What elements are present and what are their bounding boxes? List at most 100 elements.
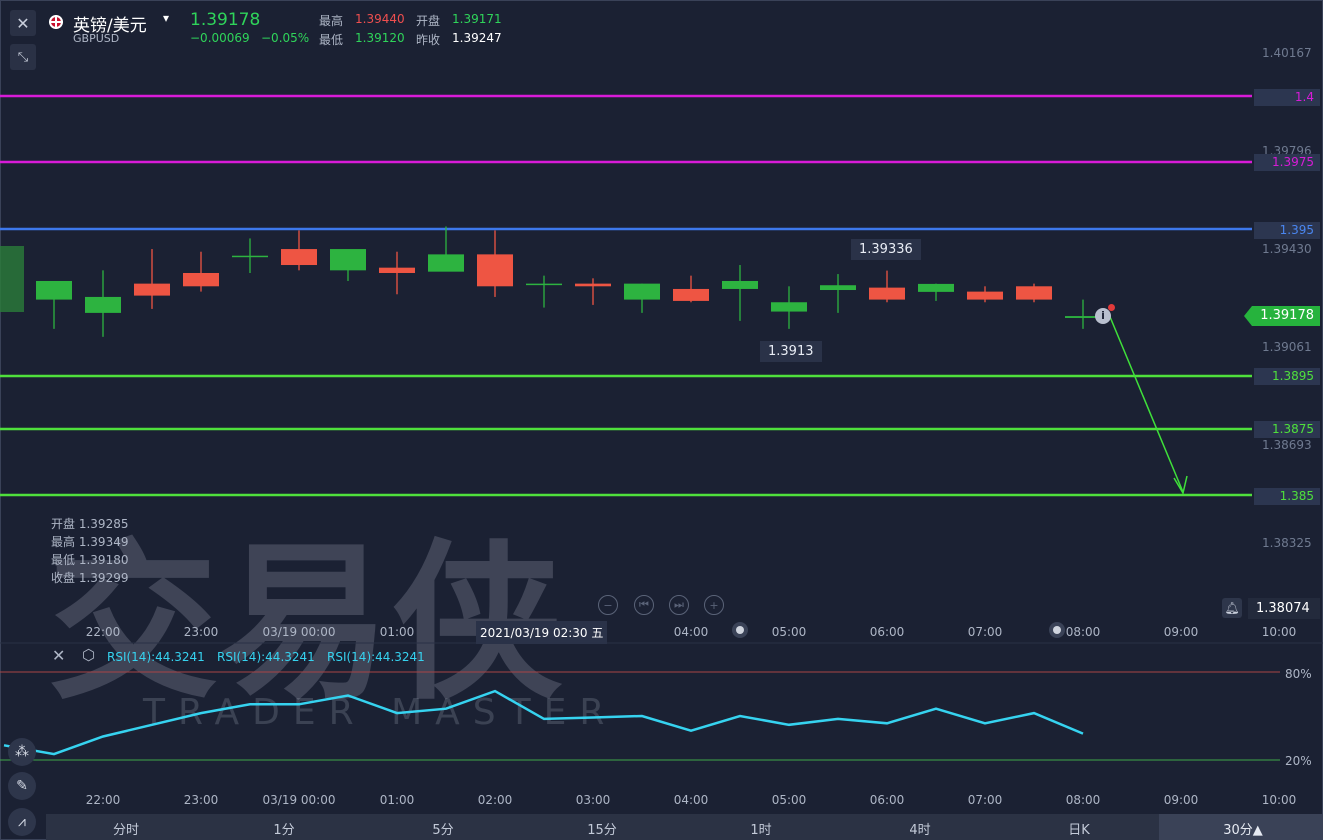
forecast-arrow-line xyxy=(1107,311,1184,493)
tab-15min[interactable]: 15分 xyxy=(587,819,617,838)
ohlc-low-value: 1.39180 xyxy=(78,553,129,567)
tab-1min[interactable]: 1分 xyxy=(273,819,294,838)
indicator-button[interactable]: ⁂ xyxy=(8,738,36,766)
candle-body xyxy=(526,283,562,286)
axis-tick: 1.39430 xyxy=(1262,242,1312,256)
tab-30min[interactable]: 30分▲ xyxy=(1223,819,1263,838)
tab-4hour[interactable]: 4时 xyxy=(909,819,930,838)
ohlc-open-value: 1.39285 xyxy=(78,517,129,531)
candle-body xyxy=(477,254,513,287)
rsi-time-label: 22:00 xyxy=(85,793,121,807)
period-tab-bar xyxy=(46,814,1323,840)
rsi-time-label: 05:00 xyxy=(771,793,807,807)
rsi-line xyxy=(3,689,1084,756)
rsi-close-icon[interactable]: ✕ xyxy=(52,646,65,665)
current-price-tag: 1.39178 xyxy=(1244,306,1320,326)
candle-body xyxy=(624,283,660,300)
zoom-out-button[interactable]: − xyxy=(598,595,618,615)
candle-body xyxy=(869,287,905,300)
level-tag-1.4[interactable]: 1.4 xyxy=(1254,89,1320,106)
axis-tick: 1.39061 xyxy=(1262,340,1312,354)
time-label: 07:00 xyxy=(967,625,1003,639)
time-label: 06:00 xyxy=(869,625,905,639)
ohlc-close-value: 1.39299 xyxy=(78,571,129,585)
indicator-icon: ⁂ xyxy=(15,744,29,760)
marker-button[interactable] xyxy=(1049,622,1065,638)
zoom-in-button[interactable]: + xyxy=(704,595,724,615)
level-tag-1.3895[interactable]: 1.3895 xyxy=(1254,368,1320,385)
step-back-button[interactable]: ⏮ xyxy=(634,595,654,615)
bell-icon[interactable]: 🔔︎ xyxy=(1222,598,1242,618)
minus-icon: − xyxy=(603,598,613,612)
candle-body xyxy=(918,283,954,292)
candle-body xyxy=(183,272,219,287)
candle-body xyxy=(575,283,611,287)
draw-button[interactable]: ✎ xyxy=(8,772,36,800)
tab-daily[interactable]: 日K xyxy=(1068,819,1090,838)
rsi-time-label: 04:00 xyxy=(673,793,709,807)
rsi-value-label: RSI(14):44.3241 xyxy=(327,650,425,664)
rsi-time-label: 01:00 xyxy=(379,793,415,807)
candle-body xyxy=(820,285,856,291)
low-annotation: 1.3913 xyxy=(760,341,822,362)
level-tag-1.385[interactable]: 1.385 xyxy=(1254,488,1320,505)
rsi-settings-icon[interactable]: ⬡ xyxy=(82,646,95,664)
time-label: 01:00 xyxy=(379,625,415,639)
rsi-value-label: RSI(14):44.3241 xyxy=(217,650,315,664)
ohlc-open: 开盘 1.39285 xyxy=(51,515,128,532)
rsi-time-label: 09:00 xyxy=(1163,793,1199,807)
candle-body xyxy=(85,296,121,313)
level-tag-1.395[interactable]: 1.395 xyxy=(1254,222,1320,239)
rsi-time-label: 02:00 xyxy=(477,793,513,807)
plus-icon: + xyxy=(709,598,719,612)
time-label: 23:00 xyxy=(183,625,219,639)
candle-body xyxy=(722,280,758,289)
candle-body xyxy=(330,249,366,271)
marker-button[interactable] xyxy=(732,622,748,638)
time-label: 04:00 xyxy=(673,625,709,639)
candle-body xyxy=(134,283,170,296)
rsi-upper-label: 80% xyxy=(1285,667,1312,681)
candle-body xyxy=(36,280,72,300)
candle-body xyxy=(281,249,317,266)
ohlc-high: 最高 1.39349 xyxy=(51,533,128,550)
tab-1hour[interactable]: 1时 xyxy=(750,819,771,838)
alert-dot xyxy=(1108,304,1115,311)
tab-timeshare[interactable]: 分时 xyxy=(113,819,139,838)
candle-body xyxy=(379,267,415,273)
skip-forward-icon: ⏭ xyxy=(674,598,684,611)
axis-tick: 1.40167 xyxy=(1262,46,1312,60)
rsi-value-label: RSI(14):44.3241 xyxy=(107,650,205,664)
ohlc-high-label: 最高 xyxy=(51,535,76,549)
level-tag-1.3875[interactable]: 1.3875 xyxy=(1254,421,1320,438)
candle-body xyxy=(967,291,1003,300)
time-label: 22:00 xyxy=(85,625,121,639)
time-label: 03/19 00:00 xyxy=(262,625,336,639)
pencil-icon: ✎ xyxy=(16,778,28,794)
candle-body xyxy=(673,288,709,301)
axis-tick: 1.38693 xyxy=(1262,438,1312,452)
alert-price-box[interactable]: 1.38074 xyxy=(1248,598,1320,619)
ohlc-high-value: 1.39349 xyxy=(78,535,129,549)
time-label: 10:00 xyxy=(1261,625,1297,639)
rsi-time-label: 07:00 xyxy=(967,793,1003,807)
rsi-lower-label: 20% xyxy=(1285,754,1312,768)
ohlc-low-label: 最低 xyxy=(51,553,76,567)
line-chart-icon: ⩘ xyxy=(18,814,26,830)
time-label: 05:00 xyxy=(771,625,807,639)
tab-5min[interactable]: 5分 xyxy=(432,819,453,838)
time-label: 09:00 xyxy=(1163,625,1199,639)
rsi-time-label: 03:00 xyxy=(575,793,611,807)
candle-body xyxy=(232,255,268,258)
ohlc-close-label: 收盘 xyxy=(51,571,76,585)
candle-body xyxy=(1016,286,1052,300)
chart-type-button[interactable]: ⩘ xyxy=(8,808,36,836)
price-chart[interactable] xyxy=(0,0,1323,840)
skip-back-icon: ⏮ xyxy=(639,598,649,611)
level-tag-1.3975[interactable]: 1.3975 xyxy=(1254,154,1320,171)
rsi-time-label: 10:00 xyxy=(1261,793,1297,807)
high-annotation: 1.39336 xyxy=(851,239,921,260)
step-forward-button[interactable]: ⏭ xyxy=(669,595,689,615)
axis-tick: 1.38325 xyxy=(1262,536,1312,550)
ohlc-low: 最低 1.39180 xyxy=(51,551,128,568)
